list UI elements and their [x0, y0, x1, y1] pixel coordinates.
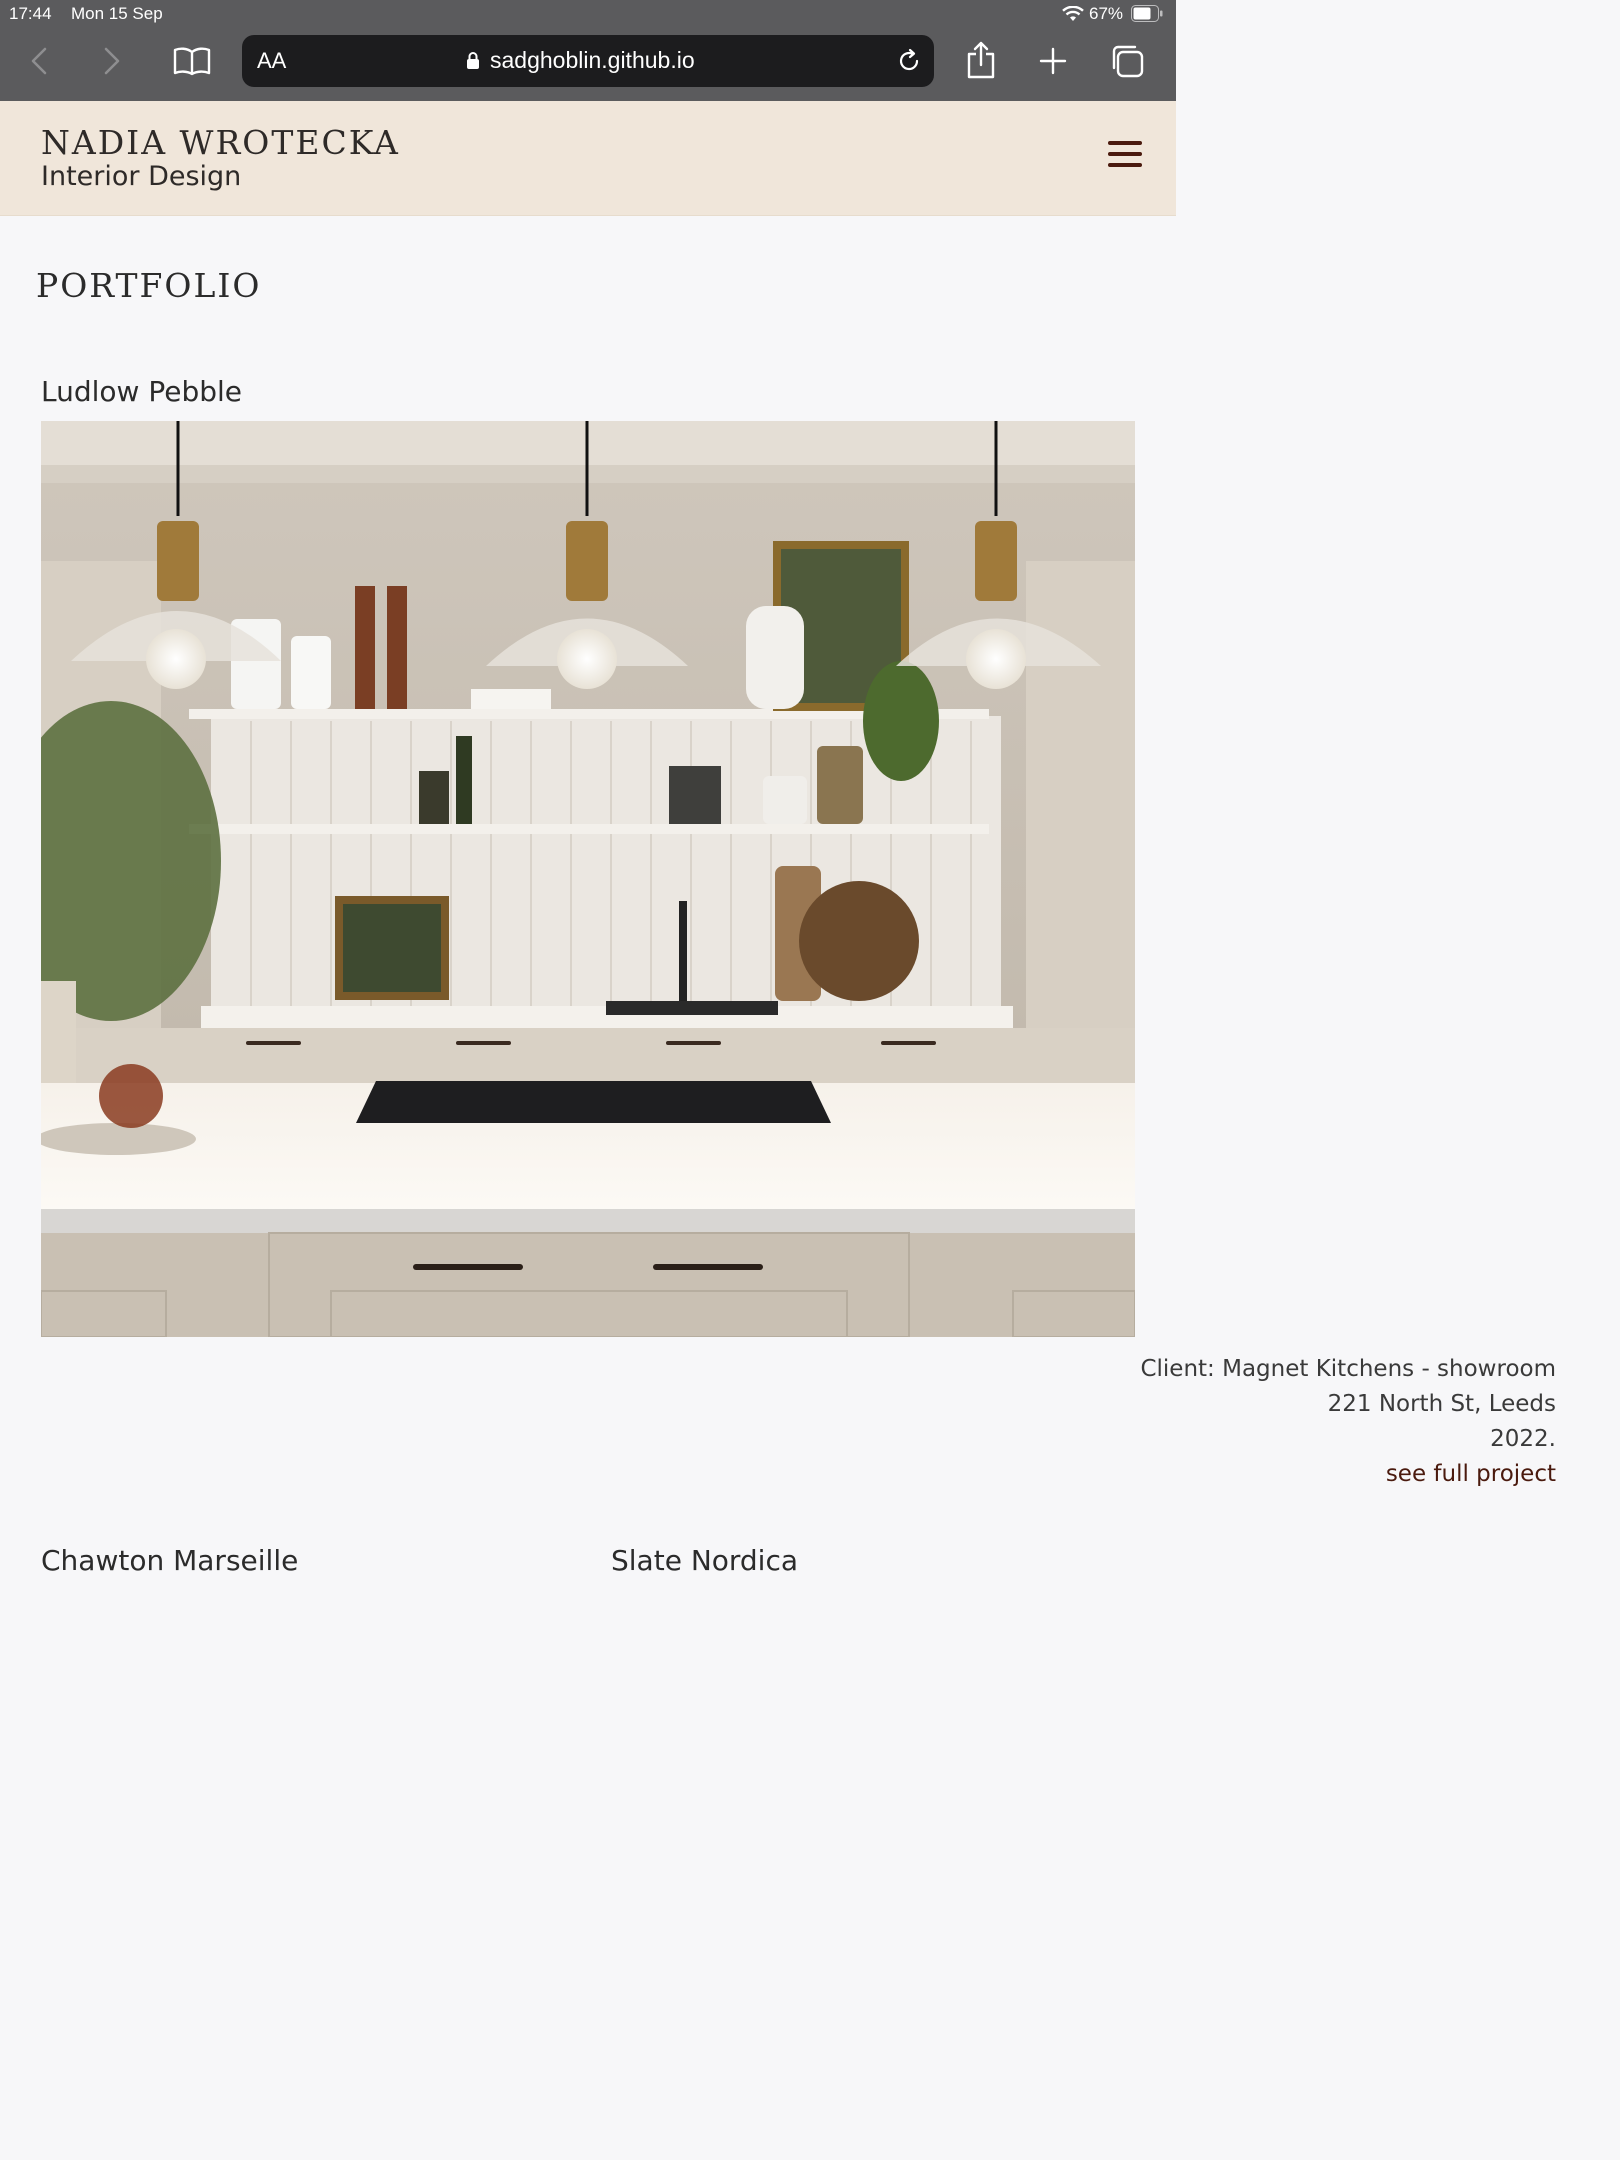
project-title: Chawton Marseille: [41, 1544, 299, 1577]
site-header: NADIA WROTECKA Interior Design: [0, 101, 1176, 216]
status-date: Mon 15 Sep: [71, 4, 163, 23]
hamburger-menu-icon[interactable]: [1108, 141, 1142, 173]
project-client: Client: Magnet Kitchens - showroom: [1140, 1356, 1556, 1382]
text-size-button[interactable]: AA: [257, 48, 286, 74]
project-address: 221 North St, Leeds: [1327, 1391, 1556, 1417]
browser-toolbar: AA sadghoblin.github.io: [0, 28, 1176, 101]
see-full-project-link[interactable]: see full project: [1140, 1457, 1556, 1492]
page-title: PORTFOLIO: [36, 266, 262, 305]
battery-percent: 67%: [1089, 4, 1124, 23]
back-icon[interactable]: [28, 46, 50, 76]
new-tab-icon[interactable]: [1038, 46, 1068, 76]
wifi-icon: [1062, 5, 1084, 22]
status-bar: 17:44 Mon 15 Sep 67%: [0, 0, 1176, 28]
status-time: 17:44: [9, 4, 52, 23]
project-image[interactable]: [41, 421, 1135, 1337]
url-text[interactable]: sadghoblin.github.io: [490, 47, 695, 74]
address-bar[interactable]: AA sadghoblin.github.io: [242, 35, 934, 87]
project-title: Ludlow Pebble: [41, 375, 243, 408]
share-icon[interactable]: [965, 41, 997, 79]
lock-icon: [466, 51, 480, 70]
tabs-overview-icon[interactable]: [1110, 44, 1144, 78]
brand-subtitle: Interior Design: [41, 161, 242, 192]
bookmarks-icon[interactable]: [173, 46, 211, 76]
project-title: Slate Nordica: [611, 1544, 799, 1577]
battery-icon: [1131, 5, 1163, 22]
reload-icon[interactable]: [896, 48, 922, 74]
brand-name[interactable]: NADIA WROTECKA: [41, 123, 400, 162]
project-meta: Client: Magnet Kitchens - showroom 221 N…: [1140, 1352, 1556, 1492]
forward-icon[interactable]: [101, 46, 123, 76]
project-year: 2022.: [1490, 1426, 1556, 1452]
